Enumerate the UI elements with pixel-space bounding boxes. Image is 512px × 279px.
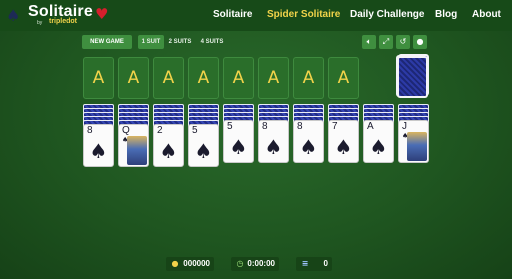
spade-icon: ♠ (334, 135, 353, 159)
fullscreen-icon[interactable]: ⤢ (379, 35, 393, 49)
card-rank: 8 (87, 125, 93, 136)
stock-pile[interactable] (397, 56, 428, 98)
card-rank: 2 (157, 125, 163, 136)
spade-icon: ♠ (89, 139, 108, 163)
face-card-illustration (127, 136, 147, 165)
spade-logo-icon: ♠ (6, 6, 21, 25)
four-suits-button[interactable]: 4 SUITS (198, 35, 226, 49)
clock-icon: ◷ (236, 259, 244, 268)
foundation-ace-label: A (337, 68, 350, 88)
foundation-ace-label: A (127, 68, 140, 88)
tableau-card-9[interactable]: A ♠ (363, 120, 394, 163)
card-rank: 7 (332, 121, 338, 132)
card-rank: J (402, 121, 407, 132)
tableau-card-1[interactable]: 8 ♠ (83, 124, 114, 167)
undo-icon[interactable]: ↺ (396, 35, 410, 49)
card-rank: Q (122, 125, 130, 136)
foundation-pile-1[interactable]: A (83, 57, 114, 99)
moves-display: ≡ 0 (296, 257, 332, 271)
coin-icon: ● (171, 259, 179, 268)
foundation-ace-label: A (197, 68, 210, 88)
moves-value: 0 (323, 259, 328, 268)
solitaire-logo[interactable]: ♠ Solitaire ♥ by tripledot (6, 2, 110, 28)
foundation-ace-label: A (302, 68, 315, 88)
score-value: 000000 (183, 259, 210, 268)
one-suit-button[interactable]: 1 SUIT (138, 35, 164, 49)
foundation-ace-label: A (232, 68, 245, 88)
hint-icon[interactable]: ● (413, 35, 427, 49)
foundation-pile-3[interactable]: A (153, 57, 184, 99)
card-rank: 8 (262, 121, 268, 132)
heart-logo-icon: ♥ (95, 5, 109, 23)
spade-icon: ♠ (194, 139, 213, 163)
foundation-pile-5[interactable]: A (223, 57, 254, 99)
nav-solitaire[interactable]: Solitaire (213, 9, 252, 20)
spade-icon: ♠ (229, 135, 248, 159)
foundation-ace-label: A (267, 68, 280, 88)
spade-icon: ♠ (264, 135, 283, 159)
card-rank: 5 (192, 125, 198, 136)
card-rank: 8 (297, 121, 303, 132)
foundation-ace-label: A (92, 68, 105, 88)
volume-icon[interactable]: 🔈︎ (362, 35, 376, 49)
card-rank: A (367, 121, 374, 132)
moves-icon: ≡ (301, 259, 309, 268)
foundation-pile-7[interactable]: A (293, 57, 324, 99)
foundation-pile-2[interactable]: A (118, 57, 149, 99)
foundation-pile-8[interactable]: A (328, 57, 359, 99)
timer-display: ◷ 0:00:00 (231, 257, 279, 271)
nav-daily-challenge[interactable]: Daily Challenge (350, 9, 424, 20)
tableau-card-8[interactable]: 7 ♠ (328, 120, 359, 163)
face-card-illustration (407, 132, 427, 161)
spade-icon: ♠ (159, 139, 178, 163)
tableau-card-5[interactable]: 5 ♠ (223, 120, 254, 163)
logo-by-text: by (37, 20, 43, 26)
card-rank: 5 (227, 121, 233, 132)
spade-icon: ♠ (369, 135, 388, 159)
nav-spider-solitaire[interactable]: Spider Solitaire (267, 9, 340, 20)
foundation-pile-6[interactable]: A (258, 57, 289, 99)
score-display: ● 000000 (166, 257, 214, 271)
spade-icon: ♠ (299, 135, 318, 159)
timer-value: 0:00:00 (247, 259, 275, 268)
tableau-card-2[interactable]: Q ♠ (118, 124, 149, 167)
logo-brand: tripledot (49, 18, 77, 25)
foundation-pile-4[interactable]: A (188, 57, 219, 99)
nav-blog[interactable]: Blog (435, 9, 457, 20)
tableau-card-10[interactable]: J ♠ (398, 120, 429, 163)
tableau-card-7[interactable]: 8 ♠ (293, 120, 324, 163)
tableau-card-3[interactable]: 2 ♠ (153, 124, 184, 167)
foundation-ace-label: A (162, 68, 175, 88)
tableau-card-4[interactable]: 5 ♠ (188, 124, 219, 167)
tableau-card-6[interactable]: 8 ♠ (258, 120, 289, 163)
top-navigation-bar: ♠ Solitaire ♥ by tripledot Solitaire Spi… (0, 0, 512, 31)
nav-about[interactable]: About (472, 9, 501, 20)
new-game-button[interactable]: NEW GAME (82, 35, 132, 49)
two-suits-button[interactable]: 2 SUITS (166, 35, 194, 49)
